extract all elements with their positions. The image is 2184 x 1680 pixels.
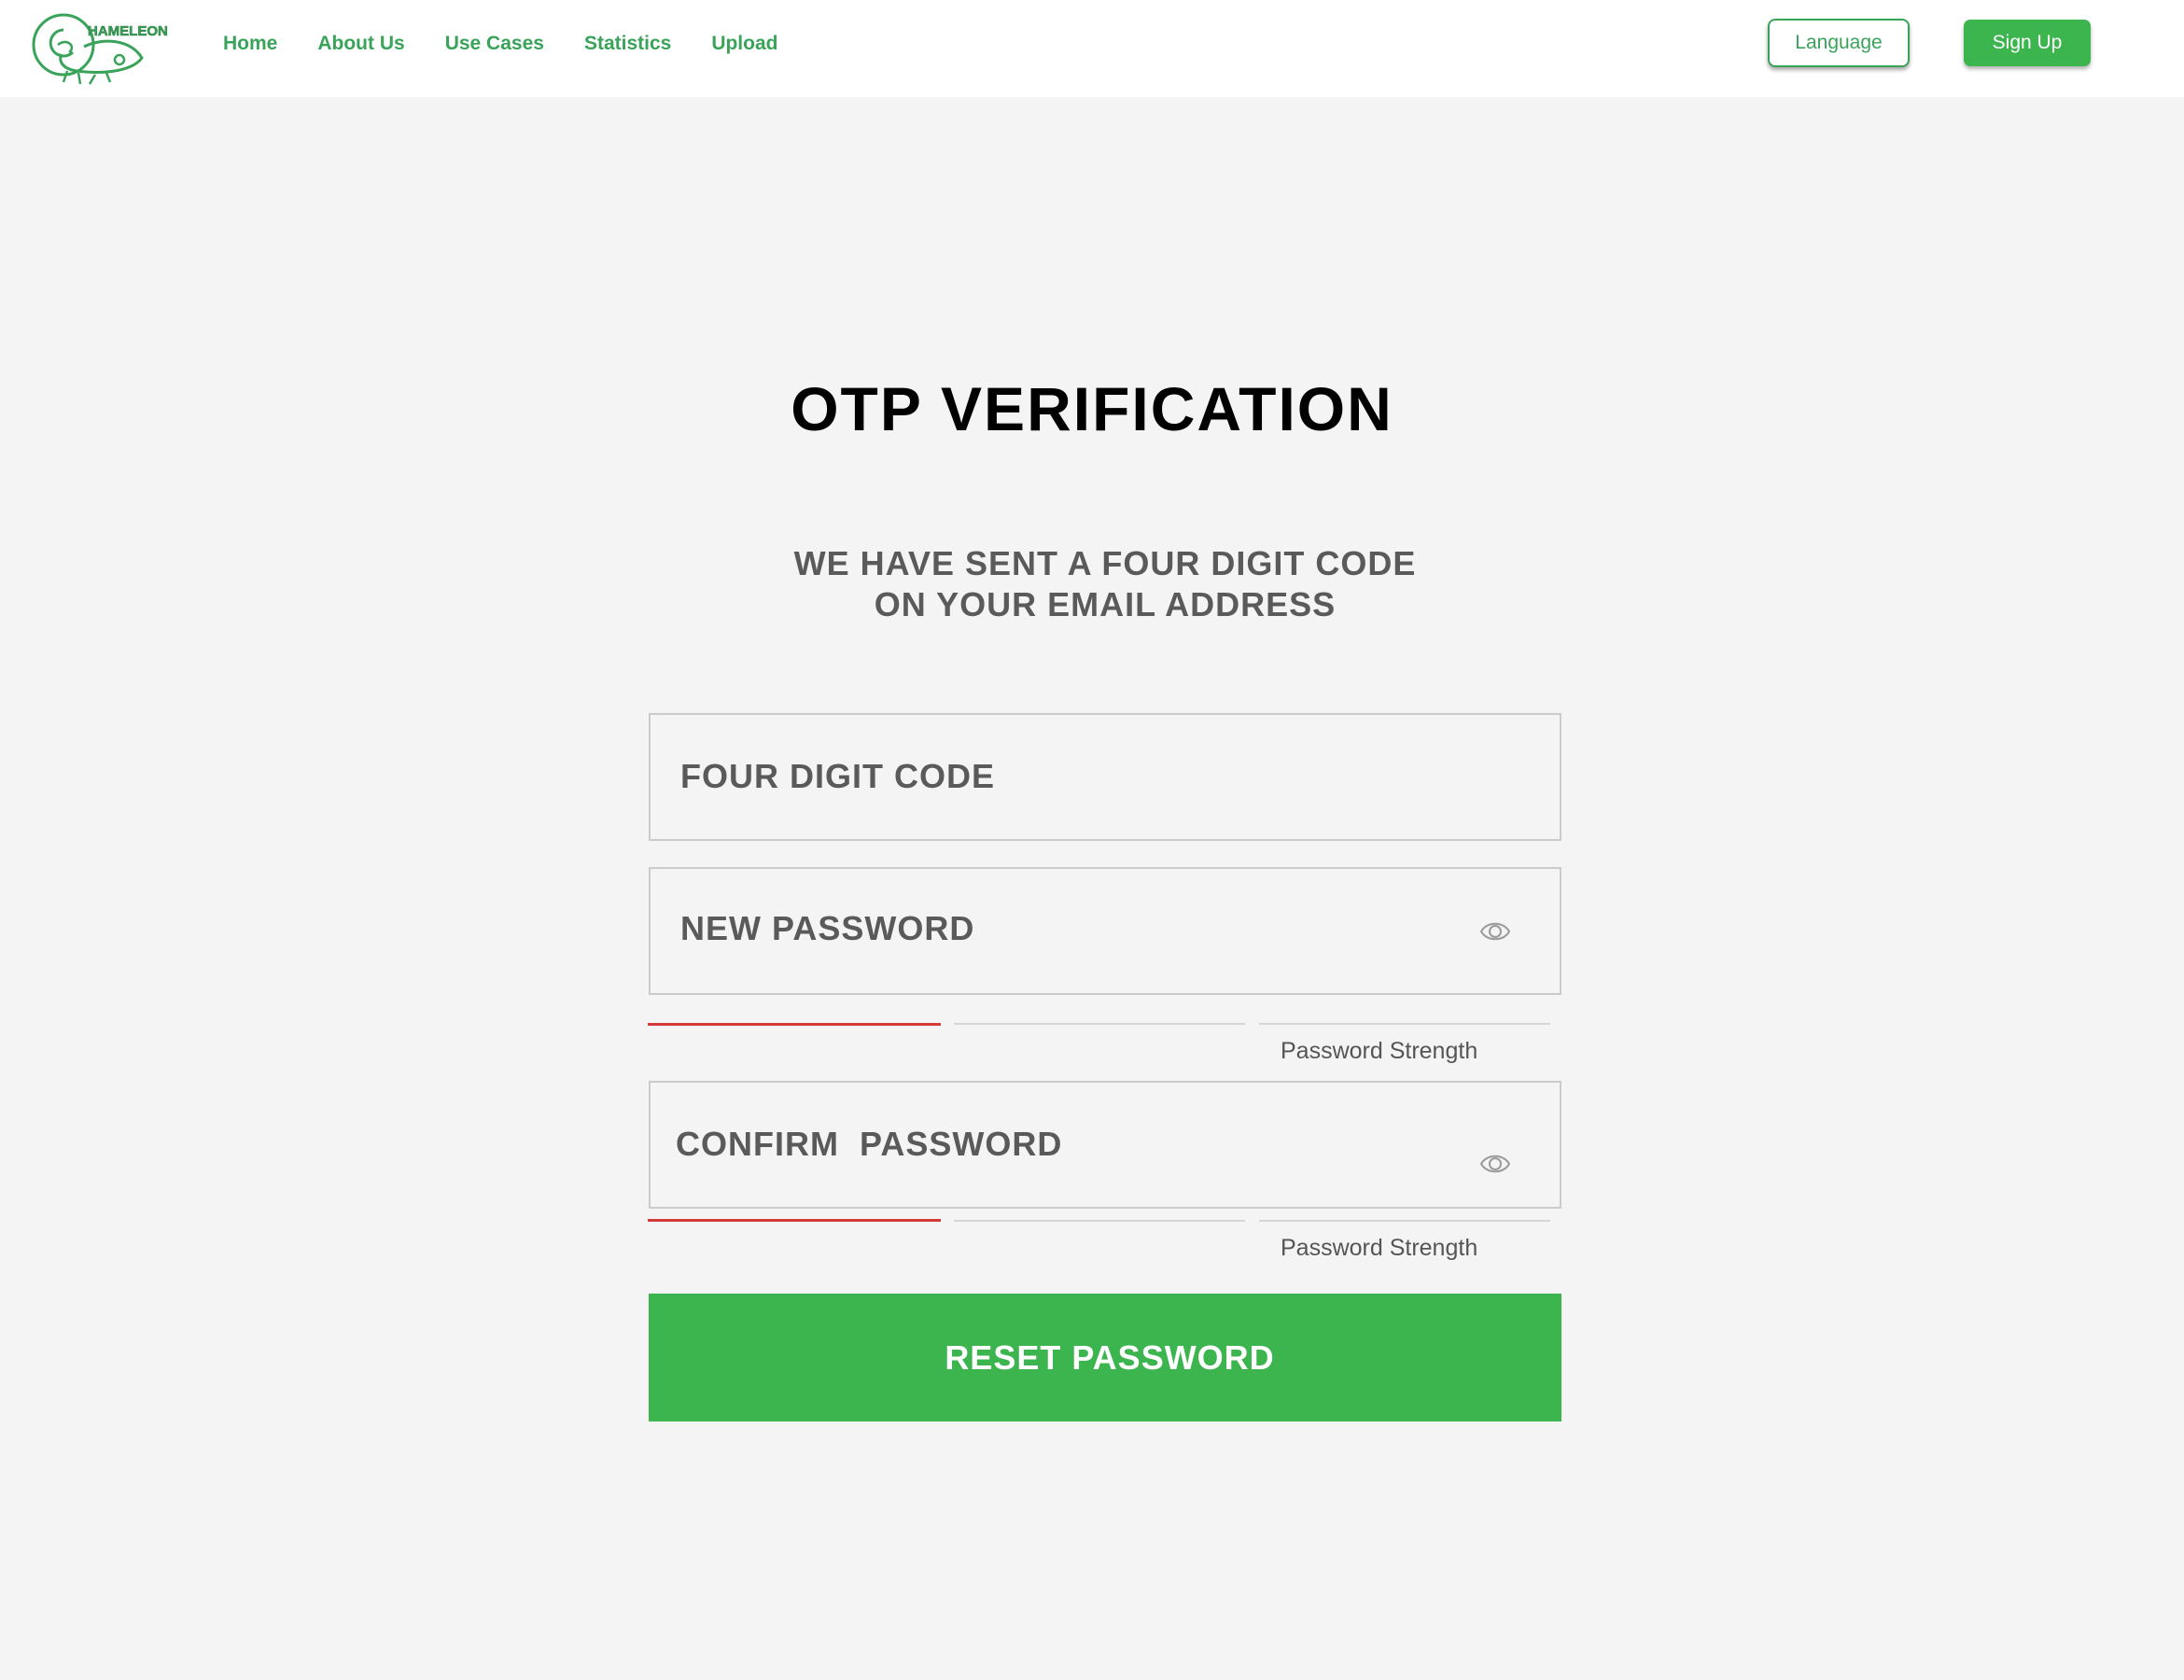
subtitle-line-1: WE HAVE SENT A FOUR DIGIT CODE	[793, 544, 1417, 582]
nav-link-statistics[interactable]: Statistics	[584, 33, 671, 55]
nav-link-upload[interactable]: Upload	[711, 33, 777, 55]
four-digit-code-input[interactable]: FOUR DIGIT CODE	[649, 713, 1561, 841]
top-navbar: HAMELEON Home About Us Use Cases Statist…	[0, 0, 2184, 97]
page-title: OTP VERIFICATION	[791, 374, 1393, 443]
confirm-password-input[interactable]: CONFIRM PASSWORD	[649, 1081, 1561, 1209]
new-password-input[interactable]: NEW PASSWORD	[649, 867, 1561, 995]
confirm-password-strength-bar-1	[648, 1219, 941, 1222]
new-password-strength-bar-2	[954, 1023, 1245, 1025]
reset-password-button[interactable]: RESET PASSWORD	[649, 1294, 1561, 1421]
new-password-strength-bar-1	[648, 1023, 941, 1026]
four-digit-code-placeholder: FOUR DIGIT CODE	[680, 757, 995, 795]
confirm-password-strength-bar-3	[1259, 1220, 1550, 1222]
eye-icon[interactable]	[1479, 1150, 1511, 1178]
chameleon-logo-icon[interactable]: HAMELEON	[30, 7, 170, 86]
new-password-strength-label: Password Strength	[1281, 1038, 1478, 1064]
sign-up-button[interactable]: Sign Up	[1964, 20, 2091, 66]
nav-link-use-cases[interactable]: Use Cases	[445, 33, 544, 55]
confirm-password-strength-bar-2	[954, 1220, 1245, 1222]
logo-text: HAMELEON	[88, 23, 168, 39]
confirm-password-strength-label: Password Strength	[1281, 1235, 1478, 1261]
nav-links: Home About Us Use Cases Statistics Uploa…	[223, 0, 818, 88]
new-password-strength-bar-3	[1259, 1023, 1550, 1025]
confirm-password-placeholder: CONFIRM PASSWORD	[676, 1125, 1063, 1163]
language-button[interactable]: Language	[1768, 19, 1910, 67]
subtitle-line-2: ON YOUR EMAIL ADDRESS	[874, 585, 1337, 623]
nav-link-home[interactable]: Home	[223, 33, 277, 55]
new-password-placeholder: NEW PASSWORD	[680, 909, 975, 947]
page-subtitle: WE HAVE SENT A FOUR DIGIT CODE ON YOUR E…	[0, 543, 2184, 625]
eye-icon[interactable]	[1479, 917, 1511, 945]
nav-link-about-us[interactable]: About Us	[317, 33, 404, 55]
